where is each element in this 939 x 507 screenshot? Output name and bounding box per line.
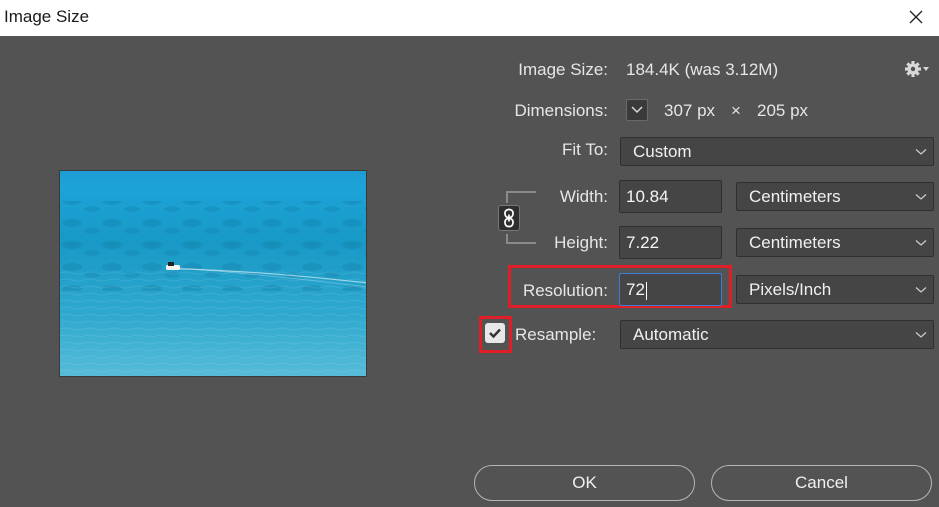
- chain-link-icon: [504, 208, 514, 228]
- resolution-label: Resolution:: [522, 281, 608, 300]
- image-size-label: Image Size:: [518, 60, 608, 79]
- width-label: Width:: [559, 187, 608, 206]
- title-bar: Image Size: [0, 0, 939, 36]
- settings-gear-button[interactable]: [904, 59, 930, 79]
- image-size-value: 184.4K (was 3.12M): [626, 60, 779, 79]
- height-input[interactable]: 7.22: [619, 226, 722, 259]
- width-unit-select[interactable]: Centimeters: [736, 182, 934, 211]
- fit-to-label: Fit To:: [562, 140, 608, 159]
- checkmark-icon: [489, 328, 501, 339]
- width-unit-value: Centimeters: [749, 187, 841, 206]
- close-icon: [909, 10, 923, 23]
- constrain-proportions-button[interactable]: [498, 205, 520, 231]
- height-label: Height:: [554, 233, 608, 252]
- height-unit-value: Centimeters: [749, 233, 841, 252]
- chevron-down-icon: [915, 229, 927, 256]
- resample-method-select[interactable]: Automatic: [620, 320, 934, 349]
- cancel-button[interactable]: Cancel: [711, 465, 932, 501]
- sea-photo: [60, 171, 366, 376]
- chevron-down-icon: [915, 276, 927, 303]
- close-button[interactable]: [893, 0, 939, 33]
- constrain-bracket-bottom: [506, 234, 536, 244]
- dimensions-label: Dimensions:: [514, 101, 608, 120]
- image-preview[interactable]: [59, 170, 367, 377]
- dimensions-separator: ×: [731, 101, 741, 120]
- constrain-bracket-top: [506, 191, 536, 203]
- resolution-input[interactable]: 72: [619, 273, 722, 306]
- resample-label: Resample:: [515, 325, 597, 344]
- chevron-down-icon: [631, 106, 643, 113]
- resolution-unit-value: Pixels/Inch: [749, 280, 832, 299]
- resample-method-value: Automatic: [633, 325, 709, 344]
- height-unit-select[interactable]: Centimeters: [736, 228, 934, 257]
- dimensions-unit-toggle[interactable]: [626, 99, 648, 121]
- resolution-value: 72: [626, 280, 645, 299]
- dimensions-height-value: 205 px: [757, 101, 809, 120]
- ok-button[interactable]: OK: [474, 465, 695, 501]
- fit-to-value: Custom: [633, 142, 692, 161]
- fit-to-select[interactable]: Custom: [620, 137, 934, 166]
- chevron-down-icon: [915, 138, 927, 165]
- width-input[interactable]: 10.84: [619, 180, 722, 213]
- resolution-unit-select[interactable]: Pixels/Inch: [736, 275, 934, 304]
- dimensions-width-value: 307 px: [664, 101, 716, 120]
- resample-checkbox[interactable]: [485, 323, 505, 343]
- chevron-down-icon: [915, 183, 927, 210]
- chevron-down-icon: [915, 321, 927, 348]
- gear-icon: [905, 61, 929, 77]
- dialog-title: Image Size: [4, 7, 90, 26]
- text-cursor: [645, 281, 647, 300]
